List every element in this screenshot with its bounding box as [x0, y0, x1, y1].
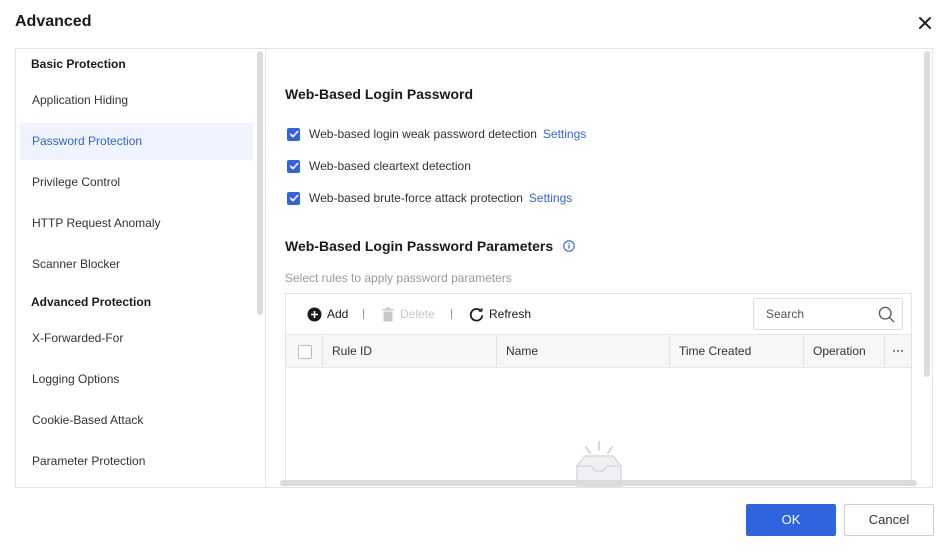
- hint-text: Select rules to apply password parameter…: [285, 271, 512, 285]
- select-all-checkbox[interactable]: [298, 345, 312, 359]
- option-brute-force: Web-based brute-force attack protection …: [287, 191, 572, 205]
- check-icon[interactable]: [287, 159, 300, 173]
- column-header-time-created[interactable]: Time Created: [669, 335, 804, 367]
- option-label: Web-based cleartext detection: [309, 159, 471, 173]
- close-icon[interactable]: [917, 15, 933, 31]
- refresh-icon: [469, 307, 484, 321]
- sidebar-item-password-protection[interactable]: Password Protection: [20, 123, 253, 160]
- check-icon[interactable]: [287, 127, 300, 141]
- ok-button[interactable]: OK: [746, 504, 836, 536]
- column-header-operation: Operation: [803, 335, 885, 367]
- column-header-name[interactable]: Name: [496, 335, 670, 367]
- refresh-label: Refresh: [489, 307, 532, 321]
- sidebar-scrollbar[interactable]: [257, 51, 263, 315]
- section-title-text: Web-Based Login Password Parameters: [285, 238, 554, 254]
- sidebar-item-privilege-control[interactable]: Privilege Control: [20, 164, 253, 201]
- search-box: [753, 298, 903, 330]
- add-label: Add: [327, 307, 349, 321]
- section-title-parameters: Web-Based Login Password Parameters: [285, 238, 575, 254]
- section-title-login-password: Web-Based Login Password: [285, 86, 473, 102]
- sidebar-item-logging-options[interactable]: Logging Options: [20, 361, 253, 398]
- delete-button[interactable]: Delete: [381, 306, 435, 322]
- sidebar-item-http-request-anomaly[interactable]: HTTP Request Anomaly: [20, 205, 253, 242]
- sidebar-item-cookie-based-attack[interactable]: Cookie-Based Attack: [20, 402, 253, 439]
- toolbar-separator: [363, 309, 364, 319]
- search-input[interactable]: [754, 299, 874, 329]
- add-button[interactable]: Add: [307, 306, 348, 322]
- rules-table-panel: Add Delete Refresh Rule ID Name: [285, 293, 912, 487]
- dialog-title: Advanced: [15, 13, 92, 30]
- sidebar: Basic Protection Application Hiding Pass…: [16, 49, 265, 487]
- option-label: Web-based login weak password detection: [309, 127, 537, 141]
- check-icon[interactable]: [287, 191, 300, 205]
- sidebar-item-parameter-protection[interactable]: Parameter Protection: [20, 443, 253, 480]
- settings-link[interactable]: Settings: [529, 191, 572, 205]
- column-header-rule-id[interactable]: Rule ID: [322, 335, 497, 367]
- sidebar-item-x-forwarded-for[interactable]: X-Forwarded-For: [20, 320, 253, 357]
- option-cleartext: Web-based cleartext detection: [287, 159, 471, 173]
- add-icon: [307, 307, 322, 321]
- sidebar-group-advanced: Advanced Protection: [31, 295, 152, 309]
- column-settings-button[interactable]: [884, 335, 910, 367]
- horizontal-scrollbar[interactable]: [280, 480, 917, 486]
- search-icon[interactable]: [878, 306, 895, 323]
- refresh-button[interactable]: Refresh: [469, 306, 531, 322]
- sidebar-group-basic: Basic Protection: [31, 57, 126, 71]
- table-header: Rule ID Name Time Created Operation: [286, 334, 911, 368]
- main-panel: Web-Based Login Password Web-based login…: [266, 49, 932, 487]
- vertical-scrollbar[interactable]: [924, 51, 930, 377]
- info-icon[interactable]: [563, 239, 575, 252]
- content-box: Basic Protection Application Hiding Pass…: [15, 48, 933, 488]
- sidebar-item-scanner-blocker[interactable]: Scanner Blocker: [20, 246, 253, 283]
- option-label: Web-based brute-force attack protection: [309, 191, 523, 205]
- option-weak-password: Web-based login weak password detection …: [287, 127, 586, 141]
- settings-link[interactable]: Settings: [543, 127, 586, 141]
- more-icon: [892, 349, 903, 353]
- trash-icon: [382, 307, 394, 321]
- toolbar-separator: [451, 309, 452, 319]
- sidebar-item-application-hiding[interactable]: Application Hiding: [20, 82, 253, 119]
- delete-label: Delete: [400, 307, 435, 321]
- cancel-button[interactable]: Cancel: [844, 504, 934, 536]
